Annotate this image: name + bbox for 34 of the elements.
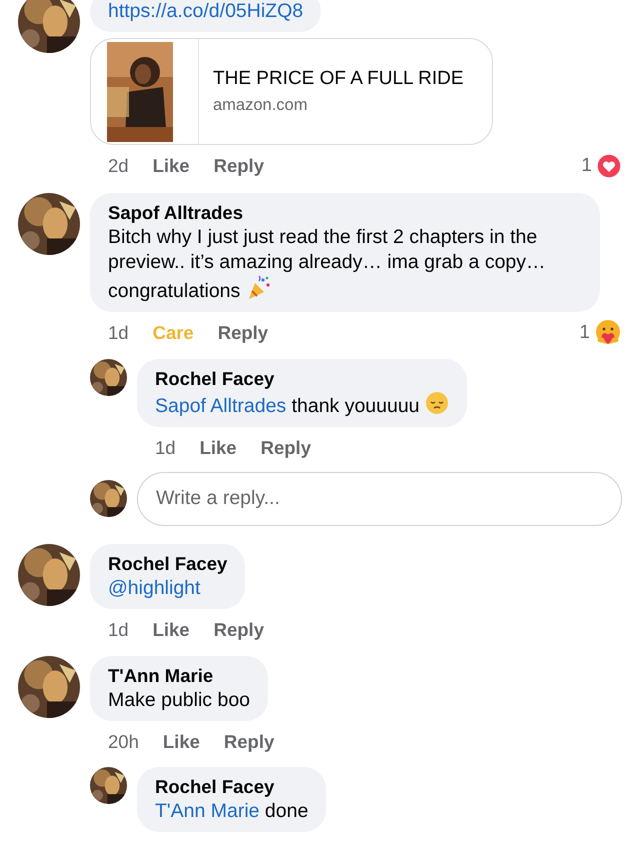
comment-time: 2d	[108, 154, 129, 178]
preview-title: THE PRICE OF A FULL RIDE	[213, 66, 464, 91]
like-button[interactable]: Like	[152, 616, 190, 644]
reaction-count: 1	[581, 154, 592, 178]
comment-author[interactable]: Rochel Facey	[155, 775, 308, 800]
preview-domain: amazon.com	[213, 95, 308, 116]
reply-button[interactable]: Reply	[260, 434, 311, 462]
reaction-count: 1	[579, 320, 590, 344]
reply-button[interactable]: Reply	[214, 152, 264, 180]
mention-link[interactable]: Sapof Alltrades	[155, 395, 286, 417]
comment-time: 1d	[155, 436, 176, 460]
comment-author[interactable]: Rochel Facey	[155, 367, 449, 391]
mention-link[interactable]: T'Ann Marie	[155, 800, 260, 822]
link-preview-card[interactable]: THE PRICE OF A FULL RIDE amazon.com	[90, 38, 493, 145]
reply-button[interactable]: Reply	[214, 616, 264, 644]
comment-time: 20h	[108, 730, 139, 754]
comment-author[interactable]: T'Ann Marie	[108, 664, 250, 688]
comment-author[interactable]: Rochel Facey	[108, 552, 228, 576]
comment-author[interactable]: Sapof Alltrades	[108, 200, 582, 224]
comment-time: 1d	[108, 320, 129, 345]
comment-text: Bitch why I just just read the first 2 chapters in the preview.. it’s amazing already… ima grab a copy… congratulations	[108, 224, 547, 304]
comment-text: T'Ann Marie done	[155, 799, 308, 824]
pensive-face-icon	[424, 391, 449, 415]
comment-text: Sapof Alltrades thank youuuuu	[155, 391, 449, 419]
reply-button[interactable]: Reply	[224, 728, 274, 756]
like-button[interactable]: Like	[162, 728, 200, 756]
like-button[interactable]: Like	[152, 152, 190, 180]
comment-time: 1d	[108, 618, 129, 642]
url-link[interactable]: https://a.co/d/05HiZQ8	[108, 0, 304, 22]
comment-text: Make public boo	[108, 688, 250, 712]
mention-link[interactable]: @highlight	[108, 576, 200, 599]
like-button[interactable]: Like	[200, 434, 237, 462]
reply-button[interactable]: Reply	[218, 318, 268, 347]
reply-input-field[interactable]: Write a reply...	[137, 472, 622, 526]
